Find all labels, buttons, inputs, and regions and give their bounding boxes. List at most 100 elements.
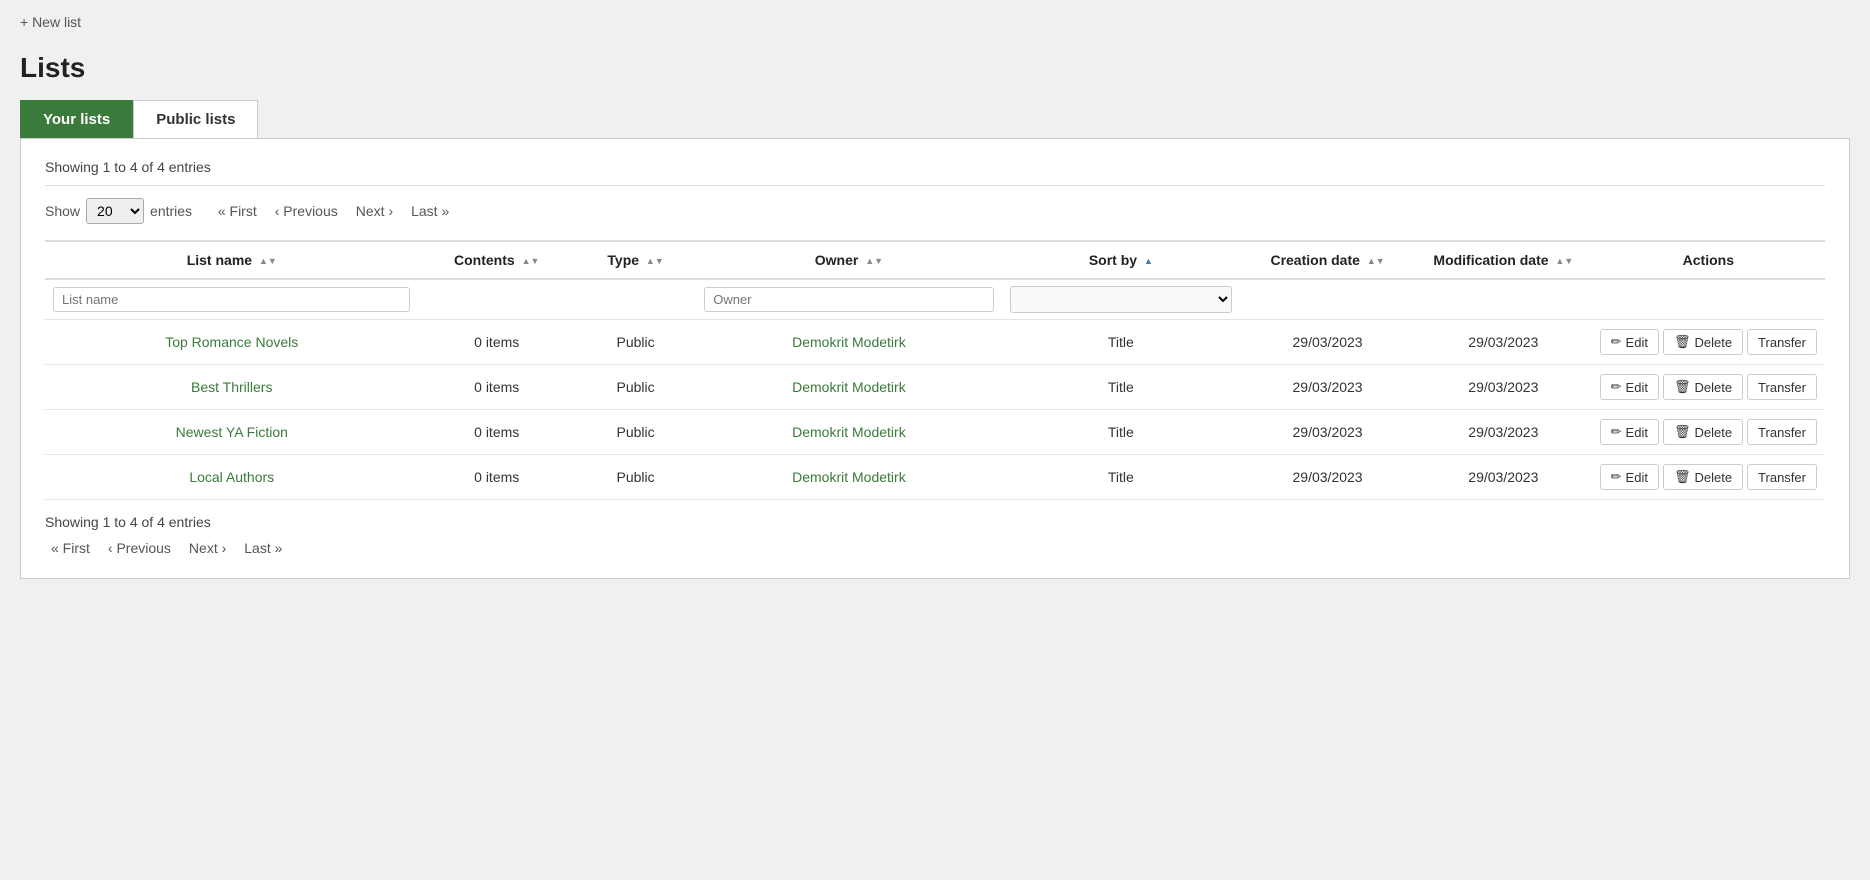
cell-contents: 0 items [418,365,574,410]
cell-owner: Demokrit Modetirk [696,455,1001,500]
trash-icon: 🗑 [1674,469,1691,485]
col-header-modification-date[interactable]: Modification date ▲▼ [1415,241,1592,279]
page-title: Lists [20,52,1850,84]
pagination-bottom: « First ‹ Previous Next › Last » [45,538,1825,558]
list-name-filter-input[interactable] [53,287,410,312]
table-row: Newest YA Fiction 0 items Public Demokri… [45,410,1825,455]
sort-by-filter-select[interactable]: Title [1010,286,1232,313]
tab-public-lists[interactable]: Public lists [133,100,258,138]
list-name-link[interactable]: Top Romance Novels [165,334,298,350]
list-name-link[interactable]: Local Authors [189,469,274,485]
filter-contents-cell [418,279,574,320]
sort-creation-icon: ▲▼ [1367,257,1385,266]
cell-type: Public [575,455,696,500]
cell-type: Public [575,410,696,455]
main-content: Showing 1 to 4 of 4 entries Show 10 20 5… [20,138,1850,579]
sort-owner-icon: ▲▼ [865,257,883,266]
show-entries-select[interactable]: 10 20 50 100 [86,198,144,224]
cell-owner: Demokrit Modetirk [696,320,1001,365]
cell-list-name: Best Thrillers [45,365,418,410]
first-page-link-top[interactable]: « First [212,201,263,221]
cell-actions: ✏ Edit 🗑 Delete Transfer [1592,455,1825,500]
col-header-list-name[interactable]: List name ▲▼ [45,241,418,279]
sort-sortby-icon: ▲ [1144,257,1153,266]
show-label: Show [45,203,80,219]
showing-text-bottom: Showing 1 to 4 of 4 entries [45,514,1825,530]
tab-your-lists[interactable]: Your lists [20,100,133,138]
entries-label: entries [150,203,192,219]
transfer-button[interactable]: Transfer [1747,419,1817,445]
delete-button[interactable]: 🗑 Delete [1663,329,1743,355]
filter-creation-cell [1240,279,1415,320]
previous-page-link-bottom[interactable]: ‹ Previous [102,538,177,558]
filter-actions-cell [1592,279,1825,320]
owner-link[interactable]: Demokrit Modetirk [792,334,906,350]
pencil-icon: ✏ [1611,424,1622,440]
list-name-link[interactable]: Best Thrillers [191,379,272,395]
owner-link[interactable]: Demokrit Modetirk [792,469,906,485]
cell-list-name: Local Authors [45,455,418,500]
cell-sort-by: Title [1002,455,1240,500]
cell-creation-date: 29/03/2023 [1240,365,1415,410]
cell-sort-by: Title [1002,320,1240,365]
trash-icon: 🗑 [1674,424,1691,440]
sort-contents-icon: ▲▼ [522,257,540,266]
filter-list-name-cell [45,279,418,320]
pencil-icon: ✏ [1611,334,1622,350]
cell-type: Public [575,365,696,410]
delete-button[interactable]: 🗑 Delete [1663,374,1743,400]
col-header-owner[interactable]: Owner ▲▼ [696,241,1001,279]
next-page-link-top[interactable]: Next › [350,201,399,221]
previous-page-link-top[interactable]: ‹ Previous [269,201,344,221]
cell-sort-by: Title [1002,410,1240,455]
cell-actions: ✏ Edit 🗑 Delete Transfer [1592,320,1825,365]
cell-owner: Demokrit Modetirk [696,410,1001,455]
col-header-actions: Actions [1592,241,1825,279]
cell-actions: ✏ Edit 🗑 Delete Transfer [1592,410,1825,455]
pagination-top: Show 10 20 50 100 entries « First ‹ Prev… [45,198,1825,224]
first-page-link-bottom[interactable]: « First [45,538,96,558]
cell-modification-date: 29/03/2023 [1415,455,1592,500]
last-page-link-top[interactable]: Last » [405,201,455,221]
sort-list-name-icon: ▲▼ [259,257,277,266]
col-header-type[interactable]: Type ▲▼ [575,241,696,279]
delete-button[interactable]: 🗑 Delete [1663,419,1743,445]
cell-owner: Demokrit Modetirk [696,365,1001,410]
edit-button[interactable]: ✏ Edit [1600,464,1659,490]
cell-modification-date: 29/03/2023 [1415,365,1592,410]
cell-contents: 0 items [418,410,574,455]
transfer-button[interactable]: Transfer [1747,464,1817,490]
owner-link[interactable]: Demokrit Modetirk [792,379,906,395]
delete-button[interactable]: 🗑 Delete [1663,464,1743,490]
trash-icon: 🗑 [1674,334,1691,350]
sort-modification-icon: ▲▼ [1555,257,1573,266]
trash-icon: 🗑 [1674,379,1691,395]
sort-type-icon: ▲▼ [646,257,664,266]
filter-type-cell [575,279,696,320]
owner-link[interactable]: Demokrit Modetirk [792,424,906,440]
owner-filter-input[interactable] [704,287,993,312]
pencil-icon: ✏ [1611,469,1622,485]
table-row: Top Romance Novels 0 items Public Demokr… [45,320,1825,365]
table-row: Local Authors 0 items Public Demokrit Mo… [45,455,1825,500]
lists-table: List name ▲▼ Contents ▲▼ Type ▲▼ Owner ▲… [45,240,1825,500]
list-name-link[interactable]: Newest YA Fiction [176,424,288,440]
cell-list-name: Top Romance Novels [45,320,418,365]
col-header-sort-by[interactable]: Sort by ▲ [1002,241,1240,279]
next-page-link-bottom[interactable]: Next › [183,538,232,558]
cell-list-name: Newest YA Fiction [45,410,418,455]
edit-button[interactable]: ✏ Edit [1600,419,1659,445]
transfer-button[interactable]: Transfer [1747,329,1817,355]
transfer-button[interactable]: Transfer [1747,374,1817,400]
cell-contents: 0 items [418,455,574,500]
cell-sort-by: Title [1002,365,1240,410]
last-page-link-bottom[interactable]: Last » [238,538,288,558]
edit-button[interactable]: ✏ Edit [1600,329,1659,355]
col-header-creation-date[interactable]: Creation date ▲▼ [1240,241,1415,279]
filter-sortby-cell: Title [1002,279,1240,320]
col-header-contents[interactable]: Contents ▲▼ [418,241,574,279]
new-list-button[interactable]: + New list [20,10,81,34]
cell-modification-date: 29/03/2023 [1415,410,1592,455]
showing-text-top: Showing 1 to 4 of 4 entries [45,159,1825,175]
edit-button[interactable]: ✏ Edit [1600,374,1659,400]
